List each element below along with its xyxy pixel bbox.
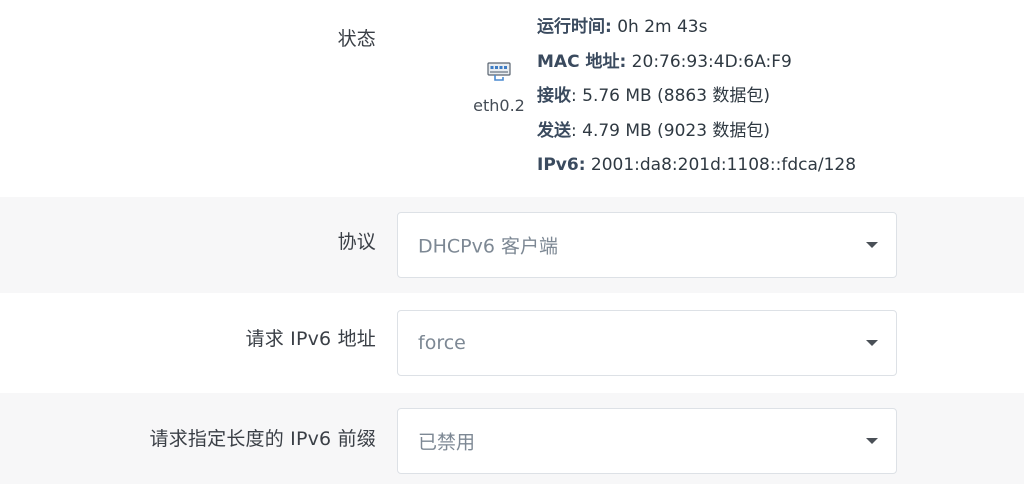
status-label: 状态 (337, 28, 376, 50)
request-ipv6-address-label: 请求 IPv6 地址 (245, 328, 376, 350)
protocol-row: 协议 DHCPv6 客户端 (0, 197, 1024, 293)
mac-value: 20:76:93:4D:6A:F9 (626, 51, 792, 72)
rx-value: : 5.76 MB (8863 数据包) (571, 86, 771, 106)
status-details: 运行时间: 0h 2m 43s MAC 地址: 20:76:93:4D:6A:F… (537, 10, 856, 183)
chevron-down-icon (866, 340, 878, 346)
uptime-value: 0h 2m 43s (611, 17, 708, 37)
tx-line: 发送: 4.79 MB (9023 数据包) (537, 114, 856, 149)
protocol-selected-value: DHCPv6 客户端 (418, 235, 559, 258)
request-ipv6-address-selected-value: force (418, 332, 466, 354)
ipv6-value: 2001:da8:201d:1108::fdca/128 (585, 155, 857, 175)
ethernet-port-icon (487, 62, 511, 81)
mac-line: MAC 地址: 20:76:93:4D:6A:F9 (537, 45, 856, 80)
uptime-line: 运行时间: 0h 2m 43s (537, 10, 856, 45)
interface-badge: eth0.2 (468, 58, 530, 115)
request-ipv6-prefix-select[interactable]: 已禁用 (397, 408, 897, 474)
uptime-key: 运行时间: (537, 17, 612, 37)
request-ipv6-prefix-label: 请求指定长度的 IPv6 前缀 (149, 428, 376, 450)
protocol-select[interactable]: DHCPv6 客户端 (397, 212, 897, 278)
rx-line: 接收: 5.76 MB (8863 数据包) (537, 79, 856, 114)
chevron-down-icon (866, 242, 878, 248)
ipv6-line: IPv6: 2001:da8:201d:1108::fdca/128 (537, 148, 856, 183)
rx-key: 接收 (537, 86, 571, 106)
tx-value: : 4.79 MB (9023 数据包) (571, 120, 771, 141)
tx-key: 发送 (537, 120, 571, 141)
request-ipv6-prefix-selected-value: 已禁用 (418, 431, 476, 454)
ipv6-key: IPv6: (537, 155, 586, 175)
chevron-down-icon (866, 438, 878, 444)
status-row: 状态 eth0.2 运行时间: 0h 2m 43s MAC 地址: 20:76:… (0, 0, 1024, 197)
request-ipv6-address-row: 请求 IPv6 地址 force (0, 293, 1024, 393)
request-ipv6-address-select[interactable]: force (397, 310, 897, 376)
mac-key: MAC 地址: (537, 51, 627, 72)
request-ipv6-prefix-row: 请求指定长度的 IPv6 前缀 已禁用 (0, 393, 1024, 484)
interface-name: eth0.2 (473, 96, 525, 115)
protocol-label: 协议 (337, 231, 376, 253)
